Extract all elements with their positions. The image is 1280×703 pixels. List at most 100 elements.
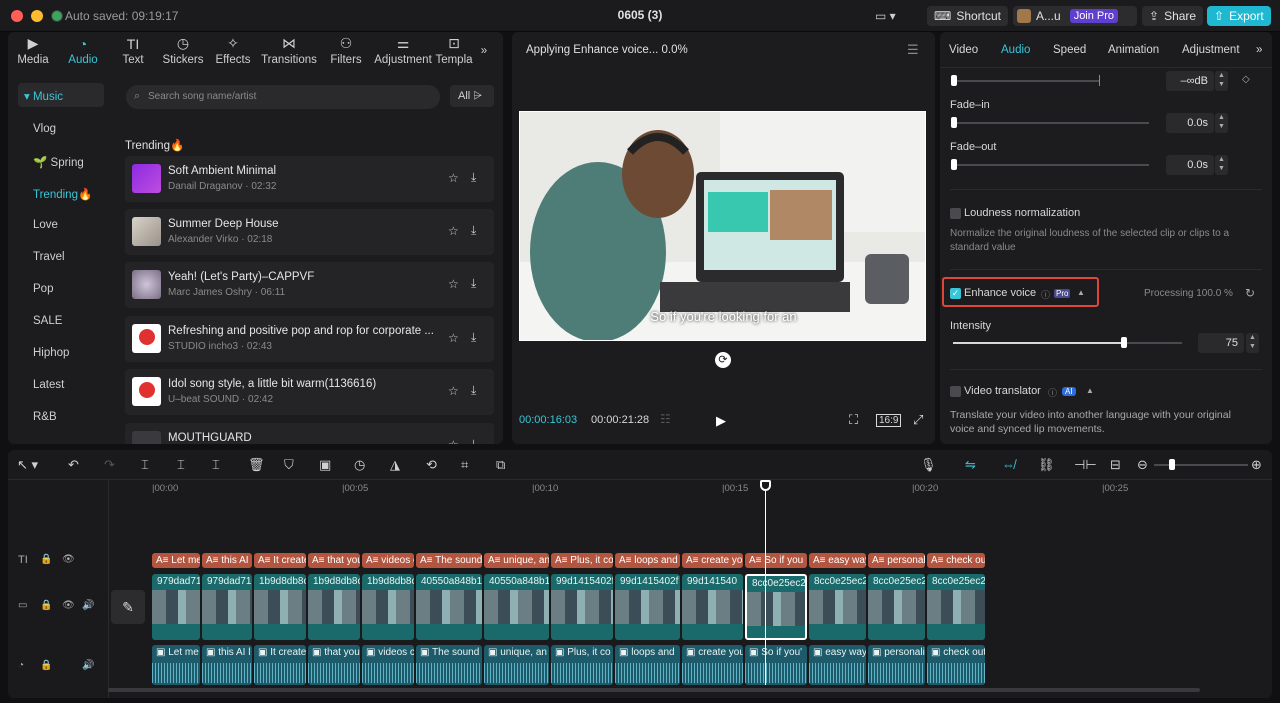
text-clip[interactable]: A≡ personali: [868, 553, 925, 568]
video-clip[interactable]: 1b9d8db8c: [362, 574, 414, 640]
intensity-slider-knob[interactable]: [1121, 337, 1127, 348]
microphone-icon[interactable]: 🎙: [920, 457, 937, 473]
text-clip[interactable]: A≡ So if you: [745, 553, 807, 568]
category-music[interactable]: ▾ Music: [18, 83, 104, 107]
speaker-icon[interactable]: 🔊: [82, 660, 94, 671]
song-item[interactable]: Idol song style, a little bit warm(11366…: [125, 369, 494, 415]
video-clip[interactable]: 8cc0e25ec2: [868, 574, 925, 640]
split-preview-icon[interactable]: ⊣⊢: [1074, 457, 1097, 473]
visibility-icon[interactable]: 👁: [62, 554, 75, 565]
tab-stickers[interactable]: ◷ Stickers: [158, 32, 208, 70]
text-clip[interactable]: A≡ that you: [308, 553, 360, 568]
speed-icon[interactable]: ◷: [354, 457, 365, 473]
video-clip[interactable]: 99d1415402f: [615, 574, 680, 640]
fade-in-slider-knob[interactable]: [951, 117, 957, 128]
crop-icon[interactable]: ⌗: [461, 457, 468, 473]
tab-effects[interactable]: ✧ Effects: [208, 32, 258, 70]
download-icon[interactable]: ⤓: [471, 437, 476, 444]
auto-snap-icon[interactable]: ⇎: [1002, 457, 1015, 472]
tab-video[interactable]: Video: [949, 44, 978, 56]
mirror-icon[interactable]: ◮: [390, 457, 400, 473]
text-clip[interactable]: A≡ It create: [254, 553, 306, 568]
song-item[interactable]: MOUTHGUARD ☆ ⤓: [125, 423, 494, 444]
audio-clip[interactable]: ▣ It create: [254, 645, 306, 685]
text-clip[interactable]: A≡ this AI: [202, 553, 252, 568]
text-clip[interactable]: A≡ The sound: [416, 553, 482, 568]
audio-clip[interactable]: ▣ create you: [682, 645, 743, 685]
favorite-icon[interactable]: ☆: [448, 171, 459, 185]
delete-icon[interactable]: 🗑: [248, 457, 265, 473]
tab-text[interactable]: TI Text: [108, 32, 158, 70]
text-clip[interactable]: A≡ loops and: [615, 553, 680, 568]
volume-slider-knob[interactable]: [951, 75, 957, 86]
audio-clip[interactable]: ▣ The sound: [416, 645, 482, 685]
marker-icon[interactable]: ⛉: [284, 457, 294, 473]
fade-in-stepper[interactable]: ▲ ▼: [1215, 113, 1228, 133]
video-clip[interactable]: 99d141540: [682, 574, 743, 640]
audio-clip[interactable]: ▣ videos c: [362, 645, 414, 685]
tab-templates[interactable]: ⊡ Templa: [434, 32, 474, 70]
intensity-value[interactable]: 75: [1198, 333, 1244, 353]
video-clip[interactable]: 40550a848b1: [484, 574, 549, 640]
lock-icon[interactable]: 🔒: [40, 660, 52, 671]
undo-icon[interactable]: ↶: [68, 457, 79, 473]
keyframe-icon[interactable]: ◇: [1242, 74, 1250, 85]
video-preview[interactable]: So if you're looking for an: [519, 111, 926, 341]
category-love[interactable]: Love: [33, 219, 58, 231]
close-window-button[interactable]: [11, 10, 23, 22]
audio-clip[interactable]: ▣ loops and: [615, 645, 680, 685]
minimize-window-button[interactable]: [31, 10, 43, 22]
favorite-icon[interactable]: ☆: [448, 224, 459, 238]
download-icon[interactable]: ⤓: [471, 330, 476, 345]
video-clip[interactable]: 40550a848b1: [416, 574, 482, 640]
volume-value[interactable]: –∞dB: [1166, 71, 1214, 91]
category-rnb[interactable]: R&B: [33, 411, 57, 423]
volume-stepper[interactable]: ▲ ▼: [1215, 71, 1228, 91]
download-icon[interactable]: ⤓: [471, 383, 476, 398]
audio-clip[interactable]: ▣ Let me: [152, 645, 200, 685]
category-sale[interactable]: SALE: [33, 315, 62, 327]
zoom-out-icon[interactable]: ⊖: [1137, 457, 1148, 473]
audio-clip[interactable]: ▣ personali: [868, 645, 925, 685]
download-icon[interactable]: ⤓: [471, 276, 476, 291]
audio-clip[interactable]: ▣ Plus, it co: [551, 645, 613, 685]
more-tabs-icon[interactable]: »: [1256, 44, 1262, 56]
main-track-magnet-icon[interactable]: ⇋: [965, 457, 976, 473]
search-input[interactable]: ⌕ Search song name/artist: [126, 85, 440, 109]
category-vlog[interactable]: Vlog: [33, 123, 56, 135]
fade-out-value[interactable]: 0.0s: [1166, 155, 1214, 175]
enhance-voice-checkbox[interactable]: ✓: [950, 288, 961, 299]
select-tool-icon[interactable]: ↖ ▾: [17, 457, 38, 473]
song-item[interactable]: Refreshing and positive pop and rop for …: [125, 316, 494, 362]
loudness-checkbox[interactable]: [950, 208, 961, 219]
fade-in-value[interactable]: 0.0s: [1166, 113, 1214, 133]
refresh-icon[interactable]: ↻: [1245, 286, 1255, 300]
collapse-icon[interactable]: ▲: [1086, 386, 1094, 395]
video-clip[interactable]: 979dad71: [202, 574, 252, 640]
rotate-tool-icon[interactable]: ⟲: [426, 457, 437, 473]
join-pro-badge[interactable]: Join Pro: [1069, 9, 1119, 23]
audio-clip[interactable]: ▣ unique, an: [484, 645, 549, 685]
song-item[interactable]: Summer Deep House Alexander Virko · 02:1…: [125, 209, 494, 255]
cover-edit-button[interactable]: ✎: [111, 590, 145, 624]
category-hiphop[interactable]: Hiphop: [33, 347, 69, 359]
video-clip[interactable]: 1b9d8db8c: [254, 574, 306, 640]
intensity-slider[interactable]: [953, 342, 1182, 344]
lock-icon[interactable]: 🔒: [40, 554, 52, 565]
grid-icon[interactable]: ☷: [660, 412, 671, 426]
split-right-icon[interactable]: ⌶: [212, 457, 220, 473]
layout-icon[interactable]: ▭ ▾: [875, 9, 896, 23]
split-icon[interactable]: ⌶: [141, 457, 149, 473]
category-trending[interactable]: Trending🔥: [33, 187, 92, 201]
info-icon[interactable]: ⓘ: [1048, 386, 1057, 399]
category-spring[interactable]: 🌱 Spring: [33, 155, 84, 169]
video-clip[interactable]: 99d1415402f: [551, 574, 613, 640]
tab-audio[interactable]: ◔ Audio: [58, 32, 108, 70]
volume-slider[interactable]: [953, 80, 1100, 82]
fade-out-stepper[interactable]: ▲ ▼: [1215, 155, 1228, 175]
favorite-icon[interactable]: ☆: [448, 277, 459, 291]
text-clip[interactable]: A≡ Let me: [152, 553, 200, 568]
fade-out-slider[interactable]: [953, 164, 1149, 166]
text-clip[interactable]: A≡ unique, an: [484, 553, 549, 568]
song-item[interactable]: Yeah! (Let's Party)–CAPPVF Marc James Os…: [125, 262, 494, 308]
